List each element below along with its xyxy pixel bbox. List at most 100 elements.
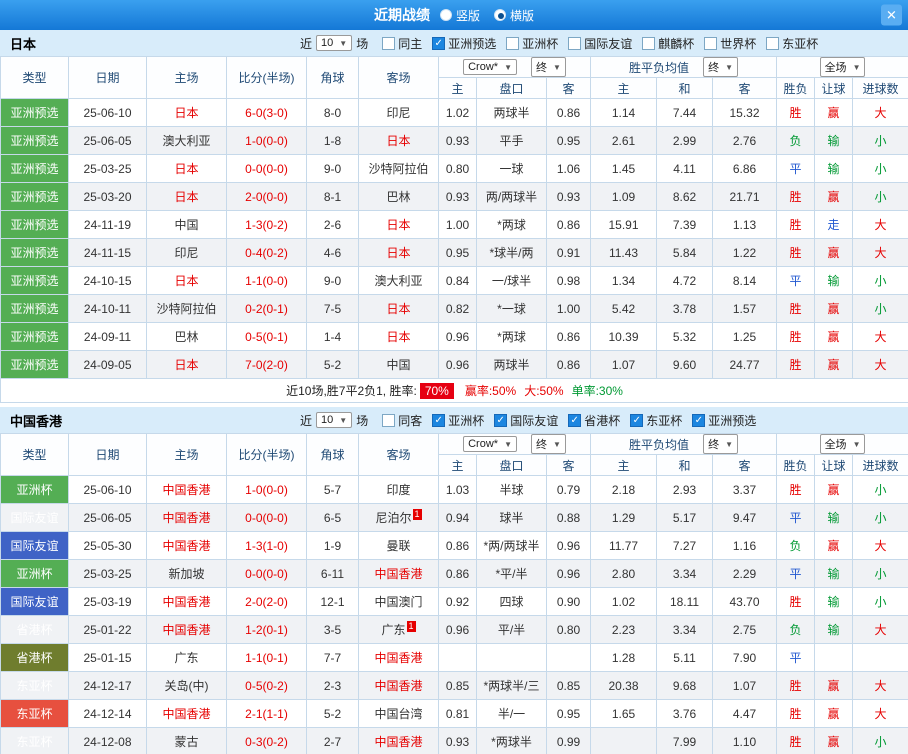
filter-checkbox-亚洲预选[interactable]: ✓ 亚洲预选 [432,35,496,52]
cell-competition-type: 国际友谊 [0,587,69,616]
cell-result-goals [852,643,908,672]
cell-avg-home: 1.45 [590,154,658,183]
filter-checkbox-省港杯[interactable]: ✓ 省港杯 [568,412,620,429]
cell-avg-draw: 8.62 [656,182,714,211]
odds-provider-value: Crow* [468,61,499,73]
checkbox-label: 同客 [398,413,423,428]
cell-score: 1-3(1-0) [226,531,307,560]
filter-checkbox-东亚杯[interactable]: 东亚杯 [766,35,818,52]
recent-count-select[interactable]: 10 ▼ [316,35,353,51]
filter-checkbox-亚洲杯[interactable]: 亚洲杯 [506,35,558,52]
cell-result-handicap: 输 [814,587,854,616]
odds-provider-select[interactable]: Crow* ▼ [463,59,517,75]
scope-select[interactable]: 全场 ▼ [819,57,866,77]
cell-date: 25-01-22 [68,615,147,644]
section-japan: 日本 近 10 ▼ 场 同主 ✓ 亚洲预选 亚洲杯 国际友谊 麒麟杯 世界杯 东亚杯 类型 日… [0,30,908,403]
col-avg-away: 客 [712,77,778,99]
recent-count-select[interactable]: 10 ▼ [316,412,353,428]
cell-competition-type: 亚洲预选 [0,294,69,323]
cell-odds-away: 0.86 [545,98,592,127]
filter-checkbox-麒麟杯[interactable]: 麒麟杯 [642,35,694,52]
cell-result-goals: 小 [852,475,908,504]
cell-odds-away: 0.99 [545,727,592,754]
checkbox-label: 亚洲预选 [708,413,757,428]
cell-away-team: 广东 1 [358,615,439,644]
cell-competition-type: 国际友谊 [0,503,69,532]
cell-date: 25-06-10 [68,98,147,127]
radio-vertical-label: 竖版 [455,8,480,23]
cell-odds-home: 0.86 [438,559,477,588]
cell-handicap-line: 平手 [476,126,547,155]
col-odds-home: 主 [438,454,477,476]
cell-odds-home: 1.00 [438,210,477,239]
cell-away-team: 巴林 [358,182,439,211]
cell-avg-draw: 5.11 [656,643,714,672]
cell-date: 24-11-19 [68,210,147,239]
avg-time-select[interactable]: 终 ▼ [703,434,738,454]
cell-result-goals: 大 [852,210,908,239]
cell-avg-draw: 7.99 [656,727,714,754]
checkbox-unchecked-icon [506,36,520,50]
japan-results-table: 类型 日期 主场 比分(半场) 角球 客场 Crow* ▼ 终 ▼ 胜平负均值 … [0,56,908,403]
cell-result-goals: 大 [852,699,908,728]
checkbox-label: 东亚杯 [646,413,683,428]
filter-checkbox-亚洲预选[interactable]: ✓ 亚洲预选 [692,412,756,429]
cell-result-handicap: 赢 [814,531,854,560]
filter-checkbox-国际友谊[interactable]: 国际友谊 [568,35,632,52]
filter-checkbox-国际友谊[interactable]: ✓ 国际友谊 [494,412,558,429]
filter-checkbox-同客[interactable]: 同客 [382,412,422,429]
avg-time-select[interactable]: 终 ▼ [703,57,738,77]
summary-part: 70% [419,383,454,399]
cell-corner: 3-5 [306,615,359,644]
cell-score: 1-2(0-1) [226,615,307,644]
hongkong-filters: 近 10 ▼ 场 同客 ✓ 亚洲杯 ✓ 国际友谊 ✓ 省港杯 ✓ 东亚杯 ✓ 亚洲预选 [296,412,756,429]
radio-horizontal-layout[interactable]: 横版 [494,7,534,24]
cell-home-team: 中国香港 [146,531,227,560]
cell-away-team: 日本 [358,210,439,239]
close-icon: ✕ [886,7,897,22]
scope-select[interactable]: 全场 ▼ [819,434,866,454]
odds-provider-select[interactable]: Crow* ▼ [463,436,517,452]
radio-unselected-icon [439,9,452,21]
cell-result-handicap: 赢 [814,727,854,754]
odds-time-select[interactable]: 终 ▼ [530,57,566,77]
filter-checkbox-东亚杯[interactable]: ✓ 东亚杯 [630,412,682,429]
cell-avg-away: 8.14 [712,266,778,295]
cell-home-team: 日本 [146,266,227,295]
cell-result-wdl: 平 [776,559,816,588]
summary-part: 大:50% [524,384,564,398]
radio-vertical-layout[interactable]: 竖版 [439,7,480,24]
cell-avg-away: 2.75 [712,615,778,644]
cell-corner: 12-1 [306,587,359,616]
cell-avg-draw: 5.84 [656,238,714,267]
cell-date: 24-10-15 [68,266,147,295]
cell-away-team: 中国台湾 [358,699,439,728]
table-row: 国际友谊 25-03-19 中国香港 2-0(2-0) 12-1 中国澳门 0.92 四球 0.… [0,587,908,616]
col-result-wdl: 胜负 [776,454,816,476]
cell-corner: 1-4 [306,322,359,351]
cell-score: 1-3(0-2) [226,210,307,239]
cell-competition-type: 省港杯 [0,615,69,644]
cell-result-handicap: 输 [814,126,854,155]
table-row: 亚洲杯 25-06-10 中国香港 1-0(0-0) 5-7 印度 1.03 半球 0.79 2.… [0,475,908,504]
filter-checkbox-世界杯[interactable]: 世界杯 [704,35,756,52]
cell-handicap-line: *两球半/三 [476,671,547,700]
table-row: 亚洲杯 25-03-25 新加坡 0-0(0-0) 6-11 中国香港 0.86 *平/半 0.… [0,559,908,588]
cell-date: 24-09-05 [68,350,147,379]
cell-away-team: 日本 [358,322,439,351]
close-button[interactable]: ✕ [881,4,902,26]
cell-handicap-line: 两/两球半 [476,182,547,211]
cell-home-team: 广东 [146,643,227,672]
checkbox-checked-icon: ✓ [630,413,644,427]
cell-result-wdl: 平 [776,154,816,183]
checkbox-unchecked-icon [568,36,582,50]
cell-away-team: 曼联 [358,531,439,560]
cell-home-team: 中国香港 [146,615,227,644]
table-row: 亚洲预选 25-03-25 日本 0-0(0-0) 9-0 沙特阿拉伯 0.80 一球 1.06… [0,154,908,183]
cell-odds-home: 0.81 [438,699,477,728]
col-corner: 角球 [306,56,359,99]
filter-checkbox-亚洲杯[interactable]: ✓ 亚洲杯 [432,412,484,429]
cell-odds-away: 0.98 [545,266,592,295]
filter-checkbox-同主[interactable]: 同主 [382,35,422,52]
odds-time-select[interactable]: 终 ▼ [530,434,566,454]
